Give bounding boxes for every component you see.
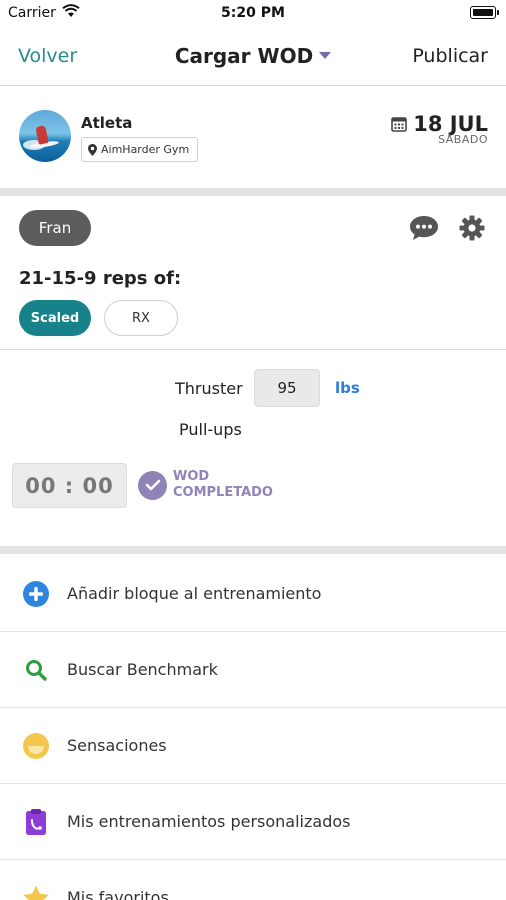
plus-circle-icon bbox=[22, 580, 50, 608]
search-icon bbox=[22, 656, 50, 684]
scaled-button[interactable]: Scaled bbox=[19, 300, 91, 336]
athlete-name: Atleta bbox=[81, 114, 133, 132]
status-bar: Carrier 5:20 PM bbox=[0, 0, 506, 26]
list-item-label: Mis entrenamientos personalizados bbox=[67, 812, 351, 831]
reps-scheme: 21-15-9 reps of: bbox=[19, 268, 182, 289]
battery-icon bbox=[470, 6, 499, 19]
options-list: Añadir bloque al entrenamiento Buscar Be… bbox=[0, 556, 506, 900]
weight-unit-toggle[interactable]: lbs bbox=[335, 379, 360, 397]
list-item-custom-workouts[interactable]: Mis entrenamientos personalizados bbox=[0, 784, 506, 860]
clock: 5:20 PM bbox=[221, 5, 285, 21]
gym-name: AimHarder Gym bbox=[101, 143, 190, 156]
clipboard-icon bbox=[22, 808, 50, 836]
page-title-label: Cargar WOD bbox=[174, 44, 314, 68]
list-item-benchmark[interactable]: Buscar Benchmark bbox=[0, 632, 506, 708]
rx-button[interactable]: RX bbox=[104, 300, 178, 336]
date-display[interactable]: 18 JUL SÁBADO bbox=[391, 112, 488, 146]
list-item-favorites[interactable]: Mis favoritos bbox=[0, 860, 506, 900]
athlete-header: Atleta AimHarder Gym 18 JUL SÁBADO bbox=[0, 86, 506, 188]
nav-bar: Volver Cargar WOD Publicar bbox=[0, 26, 506, 86]
wod-completed-label: WOD COMPLETADO bbox=[173, 469, 273, 501]
gear-icon[interactable] bbox=[458, 214, 486, 242]
list-item-label: Buscar Benchmark bbox=[67, 660, 218, 679]
list-item-label: Mis favoritos bbox=[67, 888, 169, 900]
publish-button[interactable]: Publicar bbox=[412, 45, 488, 67]
section-divider bbox=[0, 188, 506, 196]
wod-completed-toggle[interactable]: WOD COMPLETADO bbox=[138, 469, 273, 501]
map-pin-icon bbox=[88, 143, 97, 156]
wod-completed-line2: COMPLETADO bbox=[173, 485, 273, 500]
weight-input[interactable] bbox=[254, 369, 320, 407]
wod-completed-line1: WOD bbox=[173, 469, 210, 484]
wod-card: Fran 21-15-9 reps of: Scaled RX Thruster… bbox=[0, 196, 506, 546]
caret-down-icon bbox=[319, 52, 332, 59]
calendar-icon bbox=[391, 117, 408, 132]
check-circle-icon bbox=[138, 470, 167, 500]
gym-chip[interactable]: AimHarder Gym bbox=[81, 137, 199, 162]
list-item-sensations[interactable]: Sensaciones bbox=[0, 708, 506, 784]
date-weekday: SÁBADO bbox=[438, 133, 488, 146]
list-item-label: Añadir bloque al entrenamiento bbox=[67, 584, 322, 603]
face-icon bbox=[22, 732, 50, 760]
section-divider bbox=[0, 546, 506, 554]
movement-pull-ups: Pull-ups bbox=[179, 420, 242, 439]
avatar[interactable] bbox=[19, 110, 71, 162]
list-item-add-block[interactable]: Añadir bloque al entrenamiento bbox=[0, 556, 506, 632]
list-item-label: Sensaciones bbox=[67, 736, 167, 755]
wod-name-pill[interactable]: Fran bbox=[19, 210, 91, 246]
star-icon bbox=[22, 884, 50, 900]
movement-thruster: Thruster bbox=[175, 379, 243, 398]
time-input[interactable] bbox=[12, 463, 127, 508]
chat-bubble-icon[interactable] bbox=[408, 214, 440, 242]
divider bbox=[0, 349, 506, 350]
